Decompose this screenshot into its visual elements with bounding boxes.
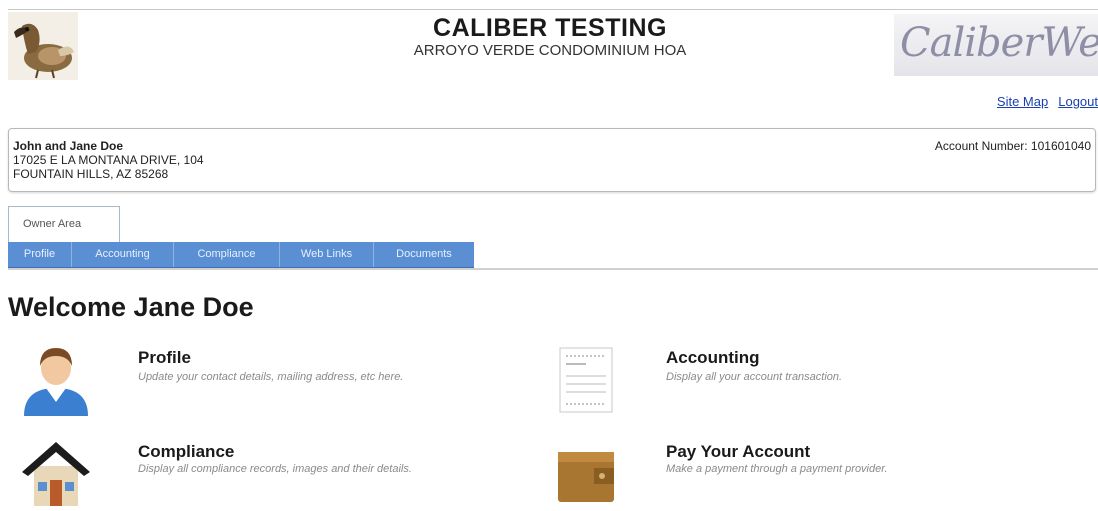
site-map-link[interactable]: Site Map bbox=[997, 94, 1048, 109]
nav-compliance[interactable]: Compliance bbox=[174, 242, 280, 267]
owner-info-box: John and Jane Doe 17025 E LA MONTANA DRI… bbox=[8, 128, 1096, 192]
ledger-icon bbox=[556, 342, 616, 421]
nav-profile[interactable]: Profile bbox=[8, 242, 72, 267]
tab-owner-area[interactable]: Owner Area bbox=[8, 206, 120, 242]
site-title: CALIBER TESTING bbox=[433, 14, 667, 42]
tile-pay-account[interactable]: Pay Your Account Make a payment through … bbox=[556, 436, 1076, 506]
wallet-icon bbox=[556, 436, 616, 511]
tile-pay-account-title: Pay Your Account bbox=[666, 442, 811, 461]
caliberweb-logo: CaliberWeb bbox=[894, 14, 1098, 76]
top-links: Site Map Logout bbox=[987, 94, 1098, 109]
tile-compliance[interactable]: Compliance Display all compliance record… bbox=[20, 436, 520, 506]
person-icon bbox=[20, 342, 92, 421]
main-nav-bar: Profile Accounting Compliance Web Links … bbox=[8, 242, 474, 268]
account-number: Account Number: 101601040 bbox=[934, 139, 1091, 153]
welcome-heading: Welcome Jane Doe bbox=[8, 292, 254, 322]
tile-profile[interactable]: Profile Update your contact details, mai… bbox=[20, 342, 520, 416]
caliberweb-logo-text: CaliberWeb bbox=[900, 20, 1098, 66]
house-icon bbox=[20, 436, 92, 511]
tile-pay-account-desc: Make a payment through a payment provide… bbox=[666, 463, 888, 475]
nav-documents[interactable]: Documents bbox=[374, 242, 474, 267]
tile-compliance-title: Compliance bbox=[138, 442, 235, 461]
tile-accounting[interactable]: Accounting Display all your account tran… bbox=[556, 342, 1076, 416]
logout-link[interactable]: Logout bbox=[1058, 94, 1098, 109]
nav-web-links[interactable]: Web Links bbox=[280, 242, 374, 267]
top-divider bbox=[8, 9, 1098, 10]
owner-address-line1: 17025 E LA MONTANA DRIVE, 104 bbox=[13, 153, 204, 167]
tile-compliance-desc: Display all compliance records, images a… bbox=[138, 463, 412, 475]
tile-profile-title: Profile bbox=[138, 348, 191, 367]
nav-divider bbox=[8, 268, 1098, 270]
tile-accounting-title: Accounting bbox=[666, 348, 760, 367]
nav-accounting[interactable]: Accounting bbox=[72, 242, 174, 267]
owner-name: John and Jane Doe bbox=[13, 139, 124, 153]
owner-address-line2: FOUNTAIN HILLS, AZ 85268 bbox=[13, 167, 169, 181]
tile-profile-desc: Update your contact details, mailing add… bbox=[138, 371, 404, 383]
site-subtitle: ARROYO VERDE CONDOMINIUM HOA bbox=[413, 42, 687, 59]
tile-accounting-desc: Display all your account transaction. bbox=[666, 371, 843, 383]
dodo-logo-icon bbox=[8, 12, 78, 80]
